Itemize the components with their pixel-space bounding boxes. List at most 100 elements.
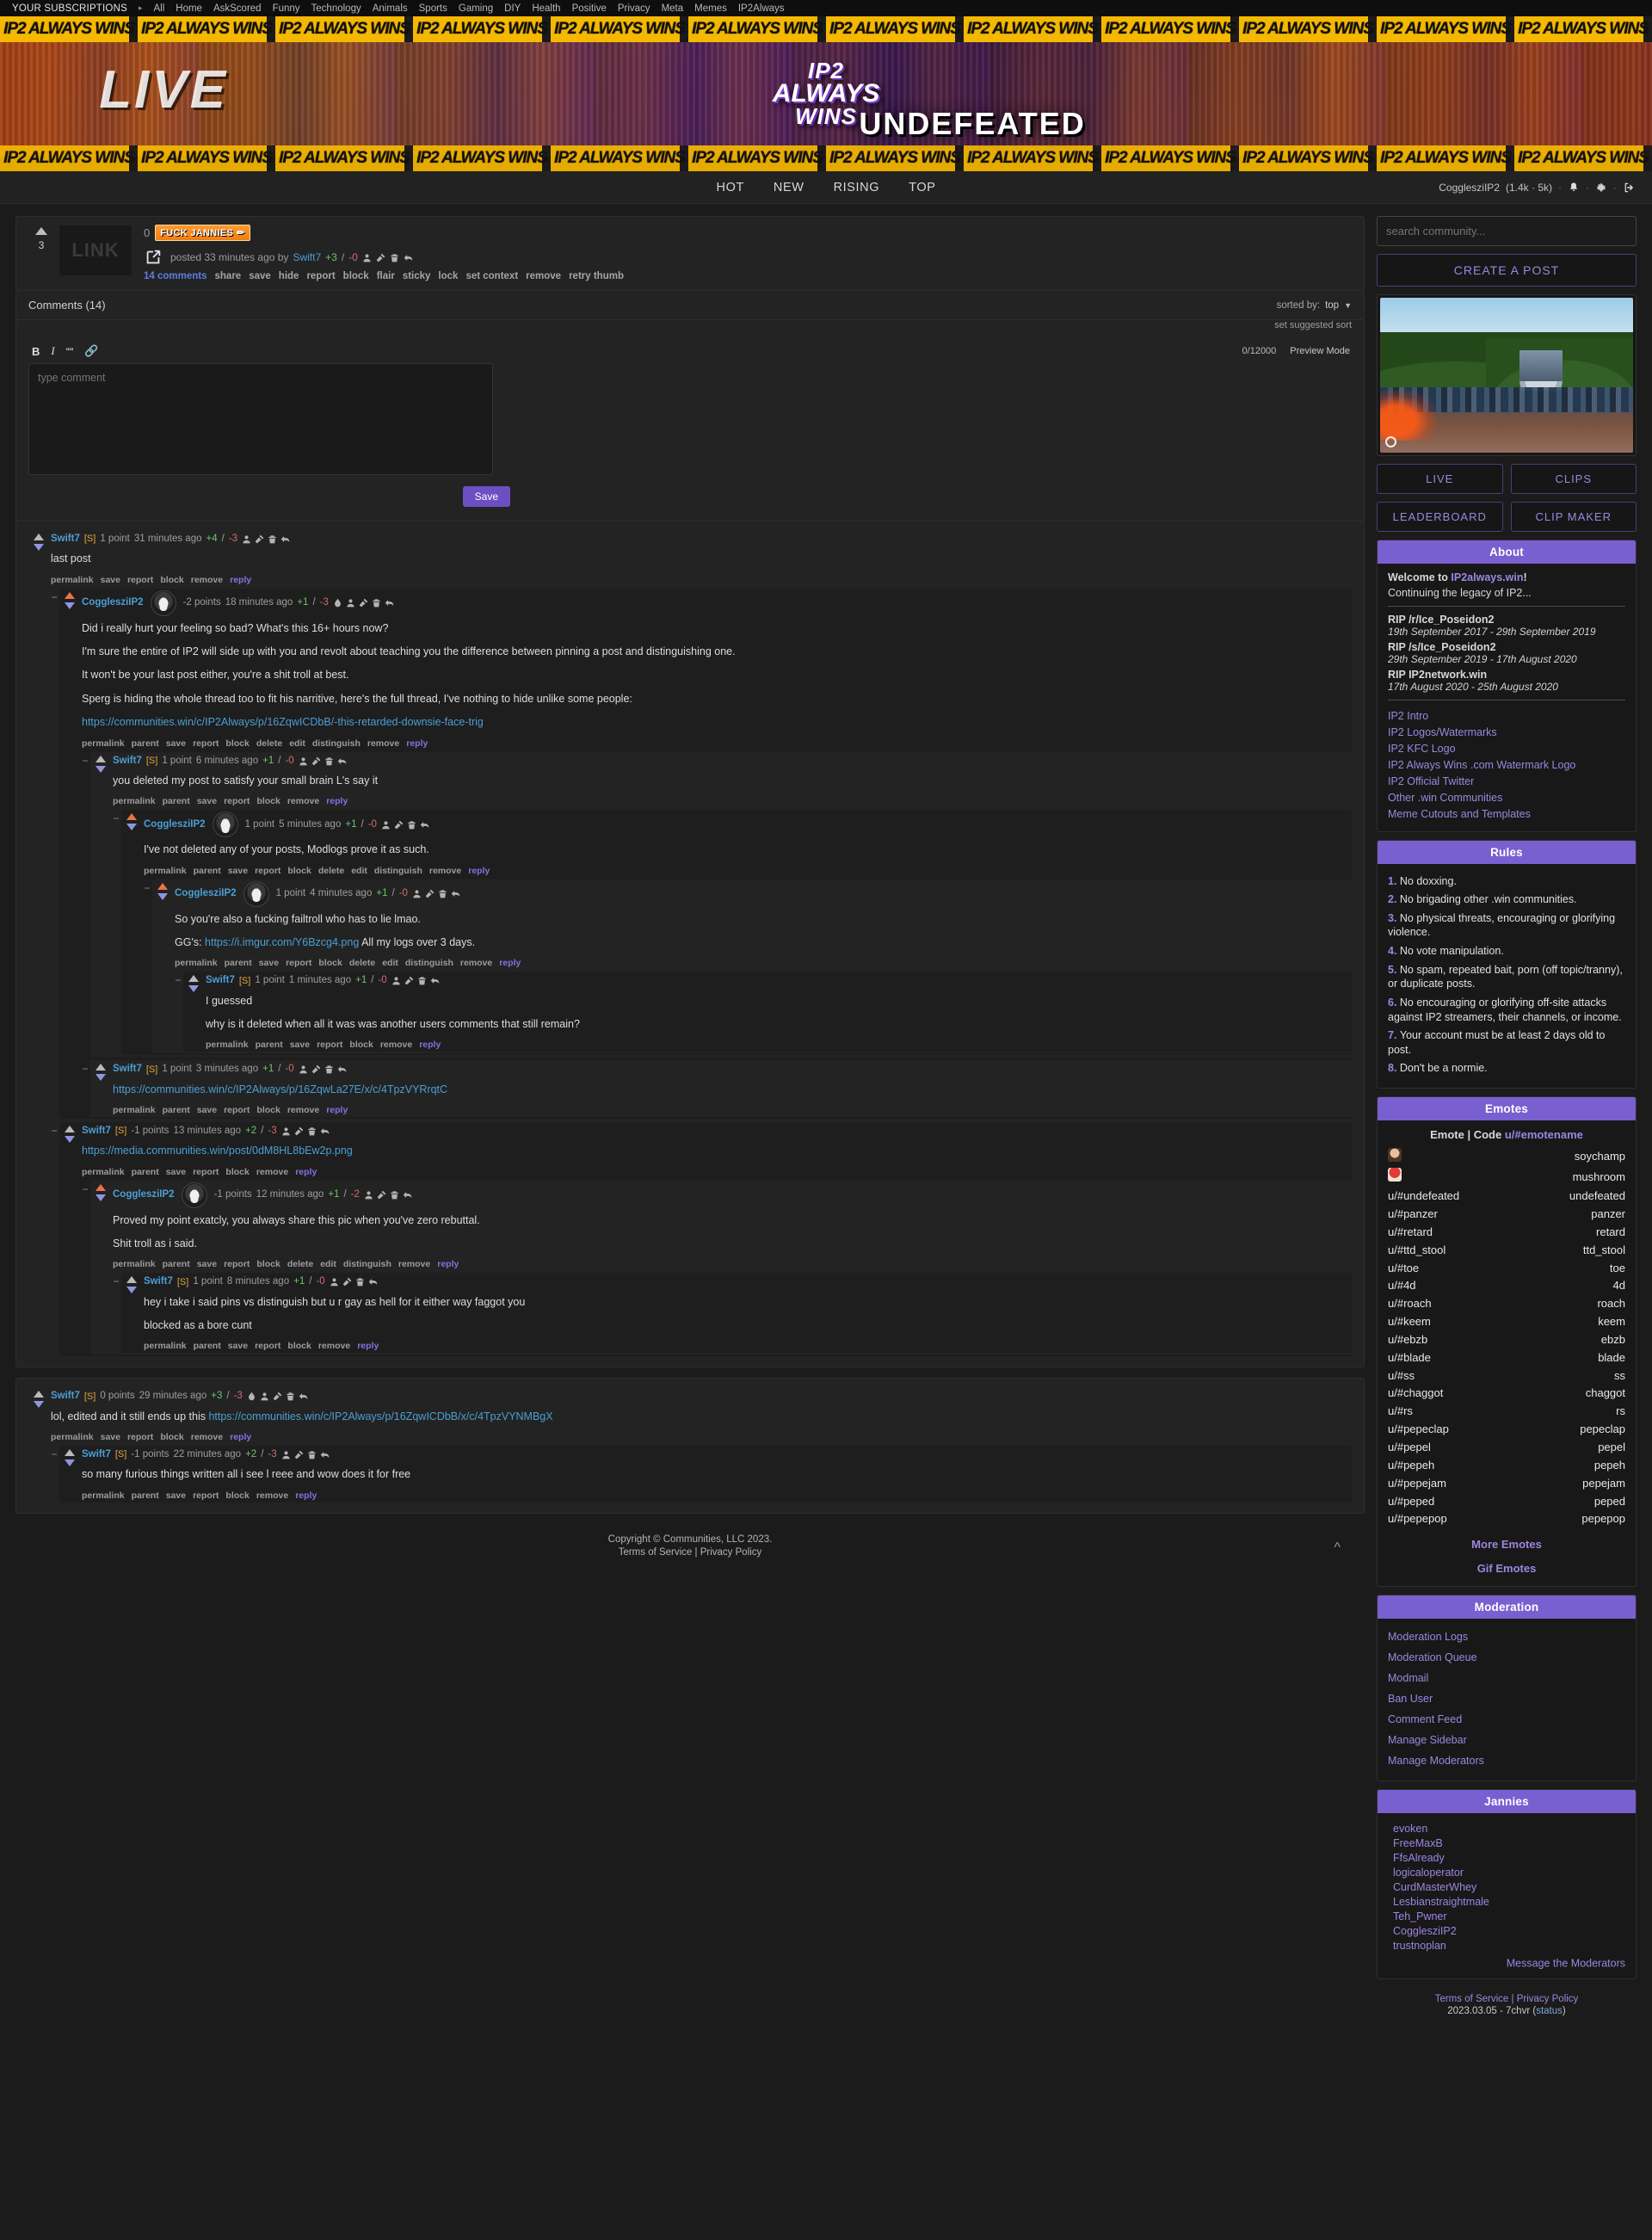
comment-action-parent[interactable]: parent xyxy=(256,1040,283,1050)
comment-downvote-button[interactable] xyxy=(65,1135,75,1143)
janny-link[interactable]: FreeMaxB xyxy=(1388,1836,1625,1850)
back-to-top-icon[interactable]: ^ xyxy=(1334,1540,1341,1556)
comment-action-report[interactable]: report xyxy=(127,575,153,585)
hammer-icon[interactable] xyxy=(359,598,368,608)
janny-link[interactable]: Lesbianstraightmale xyxy=(1388,1894,1625,1909)
comment-action-parent[interactable]: parent xyxy=(132,738,159,749)
comment-action-reply[interactable]: reply xyxy=(419,1040,441,1050)
about-link[interactable]: IP2 KFC Logo xyxy=(1388,740,1625,756)
comment-action-distinguish[interactable]: distinguish xyxy=(312,738,361,749)
comment-action-edit[interactable]: edit xyxy=(289,738,305,749)
user-icon[interactable] xyxy=(391,976,401,985)
comment-action-parent[interactable]: parent xyxy=(194,1341,221,1351)
message-moderators-link[interactable]: Message the Moderators xyxy=(1501,1956,1625,1971)
tab-top[interactable]: TOP xyxy=(909,181,935,194)
reply-icon[interactable] xyxy=(280,534,290,544)
comment-action-reply[interactable]: reply xyxy=(230,575,251,585)
comment-action-report[interactable]: report xyxy=(255,866,280,876)
more-emotes-link[interactable]: More Emotes xyxy=(1471,1538,1542,1551)
comment-action-save[interactable]: save xyxy=(197,796,217,806)
comment-author-link[interactable]: Swift7 xyxy=(113,1062,142,1077)
comment-action-save[interactable]: save xyxy=(228,1341,248,1351)
gif-emotes-link[interactable]: Gif Emotes xyxy=(1477,1562,1537,1575)
hammer-icon[interactable] xyxy=(294,1126,304,1136)
trash-icon[interactable] xyxy=(372,598,381,608)
collapse-toggle[interactable]: − xyxy=(174,975,182,985)
comment-action-delete[interactable]: delete xyxy=(256,738,282,749)
janny-link[interactable]: CurdMasterWhey xyxy=(1388,1879,1625,1894)
sidebar-button-clips[interactable]: CLIPS xyxy=(1510,464,1637,494)
comment-upvote-button[interactable] xyxy=(65,1448,75,1456)
comment-action-save[interactable]: save xyxy=(259,958,279,968)
subscription-link-gaming[interactable]: Gaming xyxy=(459,3,493,14)
reply-icon[interactable] xyxy=(385,598,394,608)
moderation-link-ban-user[interactable]: Ban User xyxy=(1388,1688,1625,1709)
comment-action-permalink[interactable]: permalink xyxy=(144,866,187,876)
collapse-toggle[interactable]: − xyxy=(81,756,89,766)
post-action-remove[interactable]: remove xyxy=(526,271,561,281)
set-suggested-sort-link[interactable]: set suggested sort xyxy=(1274,320,1352,330)
sidebar-image-box[interactable] xyxy=(1377,294,1637,456)
comment-action-reply[interactable]: reply xyxy=(295,1167,317,1177)
status-link[interactable]: status xyxy=(1536,2006,1563,2016)
subscription-link-home[interactable]: Home xyxy=(176,3,202,14)
comment-author-link[interactable]: CogglesziIP2 xyxy=(144,818,206,832)
user-icon[interactable] xyxy=(381,820,391,830)
comment-author-link[interactable]: CogglesziIP2 xyxy=(82,595,144,610)
user-icon[interactable] xyxy=(346,598,355,608)
comment-upvote-button[interactable] xyxy=(188,975,199,983)
trash-icon[interactable] xyxy=(407,820,416,830)
comment-action-block[interactable]: block xyxy=(225,1167,249,1177)
comment-action-remove[interactable]: remove xyxy=(398,1259,430,1269)
reply-icon[interactable] xyxy=(337,756,347,766)
tab-rising[interactable]: RISING xyxy=(834,181,880,194)
post-action-set-context[interactable]: set context xyxy=(465,271,518,281)
comment-author-link[interactable]: CogglesziIP2 xyxy=(175,886,237,901)
comment-action-report[interactable]: report xyxy=(317,1040,342,1050)
comment-action-remove[interactable]: remove xyxy=(256,1167,288,1177)
comment-action-report[interactable]: report xyxy=(127,1432,153,1442)
comment-upvote-button[interactable] xyxy=(96,755,106,762)
comment-author-link[interactable]: Swift7 xyxy=(206,973,235,988)
collapse-toggle[interactable]: − xyxy=(50,592,59,602)
external-link-icon[interactable] xyxy=(144,248,163,267)
comment-action-delete[interactable]: delete xyxy=(318,866,344,876)
post-action-report[interactable]: report xyxy=(306,271,335,281)
janny-link[interactable]: Teh_Pwner xyxy=(1388,1909,1625,1923)
comment-action-remove[interactable]: remove xyxy=(367,738,399,749)
chevron-right-icon[interactable]: ▸ xyxy=(139,3,143,13)
comment-action-parent[interactable]: parent xyxy=(194,866,221,876)
moderation-link-manage-sidebar[interactable]: Manage Sidebar xyxy=(1388,1730,1625,1750)
search-input[interactable] xyxy=(1377,216,1637,246)
comment-upvote-button[interactable] xyxy=(126,813,137,821)
user-icon[interactable] xyxy=(299,1064,308,1074)
user-icon[interactable] xyxy=(299,756,308,766)
comment-action-reply[interactable]: reply xyxy=(326,796,348,806)
comment-action-block[interactable]: block xyxy=(349,1040,373,1050)
reply-icon[interactable] xyxy=(403,1190,412,1200)
post-thumbnail[interactable]: LINK xyxy=(59,225,132,275)
comment-upvote-button[interactable] xyxy=(126,1276,137,1284)
post-action-14-comments[interactable]: 14 comments xyxy=(144,271,207,281)
moderation-link-manage-moderators[interactable]: Manage Moderators xyxy=(1388,1750,1625,1771)
gear-icon[interactable] xyxy=(1595,182,1607,194)
trash-icon[interactable] xyxy=(324,1064,334,1074)
logout-icon[interactable] xyxy=(1623,182,1635,194)
comment-action-reply[interactable]: reply xyxy=(230,1432,251,1442)
comment-input[interactable] xyxy=(28,363,493,475)
comment-action-parent[interactable]: parent xyxy=(163,796,190,806)
post-author-link[interactable]: Swift7 xyxy=(293,251,321,263)
comment-action-report[interactable]: report xyxy=(193,1167,219,1177)
tint-icon[interactable] xyxy=(333,598,342,608)
comment-action-distinguish[interactable]: distinguish xyxy=(405,958,453,968)
comment-author-link[interactable]: Swift7 xyxy=(51,1389,80,1404)
user-icon[interactable] xyxy=(330,1277,339,1287)
comment-action-report[interactable]: report xyxy=(224,1259,250,1269)
comment-downvote-button[interactable] xyxy=(96,1074,106,1082)
comment-action-remove[interactable]: remove xyxy=(191,575,223,585)
tint-icon[interactable] xyxy=(247,1392,256,1401)
comment-action-remove[interactable]: remove xyxy=(380,1040,412,1050)
bell-icon[interactable] xyxy=(1568,182,1580,194)
comment-author-link[interactable]: Swift7 xyxy=(82,1447,111,1462)
user-icon[interactable] xyxy=(260,1392,269,1401)
